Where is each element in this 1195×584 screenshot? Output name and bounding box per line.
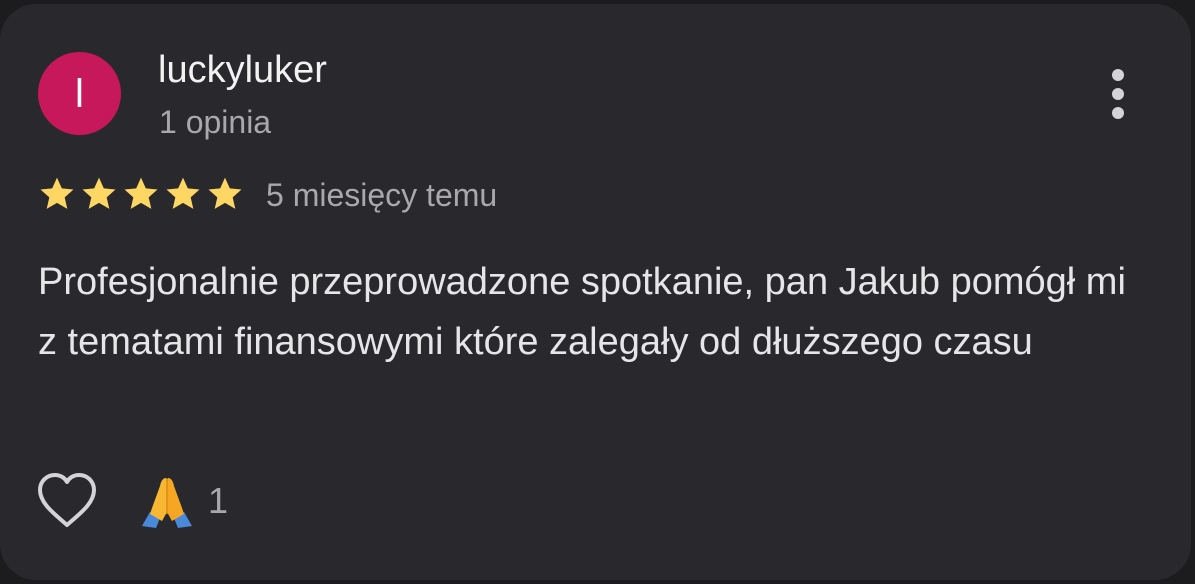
like-button[interactable] — [36, 471, 98, 531]
avatar[interactable]: l — [38, 52, 121, 135]
reviewer-name[interactable]: luckyluker — [158, 48, 327, 92]
reaction-chip[interactable]: 1 — [138, 472, 228, 530]
review-date: 5 miesięcy temu — [266, 177, 498, 213]
avatar-letter: l — [75, 71, 84, 116]
star-icon — [166, 177, 200, 209]
more-options-button[interactable] — [1096, 64, 1140, 124]
reviewer-review-count: 1 opinia — [159, 104, 272, 140]
star-icon — [208, 177, 242, 209]
folded-hands-icon — [142, 478, 192, 528]
star-icon — [40, 177, 74, 209]
heart-outline-icon — [38, 473, 96, 527]
more-vert-icon-dot — [1112, 107, 1124, 119]
review-card: l luckyluker 1 opinia 5 miesięcy temu Pr… — [0, 4, 1191, 580]
reaction-count: 1 — [208, 480, 229, 521]
more-vert-icon — [1112, 69, 1124, 81]
star-icon — [82, 177, 116, 209]
star-icon — [124, 177, 158, 209]
review-text: Profesjonalnie przeprowadzone spotkanie,… — [38, 261, 1126, 363]
more-vert-icon-dot — [1112, 88, 1124, 100]
star-rating — [37, 174, 245, 214]
